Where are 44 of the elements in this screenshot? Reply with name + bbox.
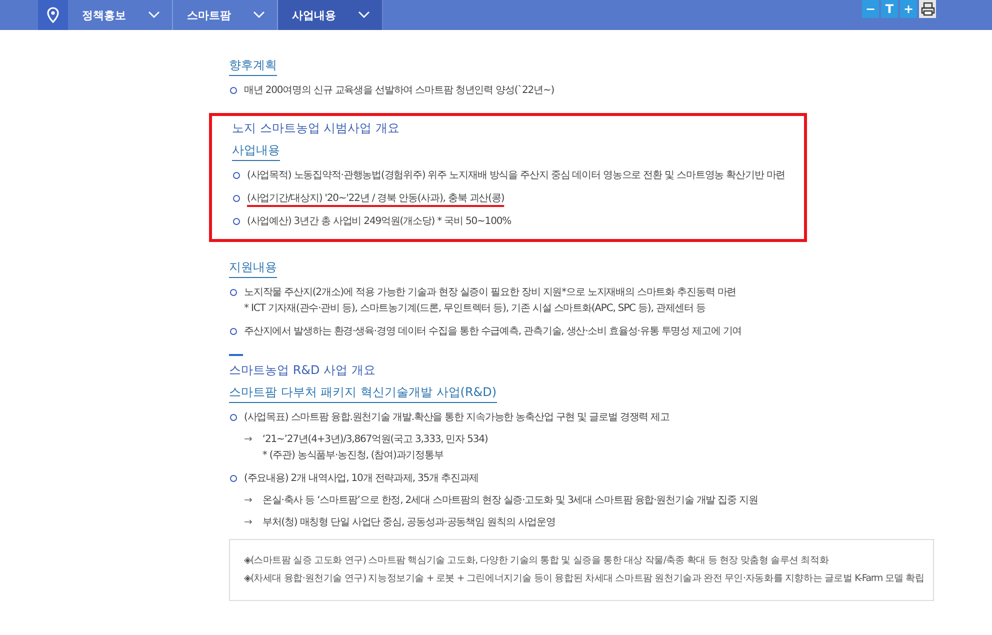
note-text: * ICT 기자재(관수·관비 등), 스마트농기계(드론, 무인트렉터 등), 기존 시설 스마트화(APC, SPC 등), 관제센터 등	[244, 302, 706, 316]
section-heading: 지원내용	[229, 259, 277, 278]
section-mark	[229, 354, 243, 356]
bullet-text: (사업기간/대상지) '20∼'22년 / 경북 안동(사과), 충북 괴산(콩)	[247, 192, 504, 206]
bullet-icon	[230, 414, 237, 421]
section-heading: 사업내용	[232, 142, 280, 161]
bullet-text: 노지작물 주산지(2개소)에 적용 가능한 기술과 현장 실증이 필요한 장비 지원*으로 노지재배의 스마트화 추진동력 마련	[244, 286, 736, 300]
section-heading: 스마트팜 다부처 패키지 혁신기술개발 사업(R&D)	[229, 384, 497, 403]
nav-item[interactable]: 스마트팜	[173, 0, 278, 30]
chevron-icon	[148, 11, 160, 19]
zoom-in-button[interactable]: +	[900, 0, 917, 18]
nav-item[interactable]: 사업내용	[278, 0, 383, 30]
bullet-text: 주산지에서 발생하는 환경·생육·경영 데이터 수집을 통한 수급예측, 관측기술, 생산·소비 효율성·유통 투명성 제고에 기여	[244, 325, 742, 339]
bullet-text: (주요내용) 2개 내역사업, 10개 전략과제, 35개 추진과제	[244, 472, 480, 486]
box-text: ◈(스마트팜 실증 고도화 연구) 스마트팜 핵심기술 고도화, 다양한 기술의 통합 및 실증을 통한 대상 작물/축종 확대 등 현장 맞춤형 솔루션 최적화	[244, 554, 830, 568]
bullet-icon	[233, 195, 240, 202]
chevron-icon	[358, 11, 370, 19]
bullet-icon	[230, 328, 237, 335]
bullet-icon	[230, 289, 237, 296]
bullet-icon	[233, 218, 240, 225]
bullet-icon	[230, 475, 237, 482]
arrow-icon: →	[244, 432, 252, 464]
chevron-icon	[253, 11, 265, 19]
zoom-out-button[interactable]: −	[862, 0, 879, 18]
location-icon[interactable]	[38, 0, 68, 30]
nav-item[interactable]: 정책홍보	[68, 0, 173, 30]
bullet-icon	[233, 172, 240, 179]
bullet-icon	[230, 87, 237, 94]
section-heading: 향후계획	[229, 57, 277, 76]
arrow-icon: →	[244, 515, 252, 531]
bullet-text: (사업목적) 노동집약적·관행농법(경험위주) 위주 노지재배 방식을 주산지 중심 데이터 영농으로 전환 및 스마트영농 확산기반 마련	[247, 169, 786, 183]
bullet-text: (사업목표) 스마트팜 융합.원천기술 개발.확산을 통한 지속가능한 농축산업 구현 및 글로벌 경쟁력 제고	[244, 411, 670, 425]
font-size-button[interactable]: T	[881, 0, 898, 18]
arrow-icon: →	[244, 493, 252, 509]
section-title: 스마트농업 R&D 사업 개요	[229, 362, 376, 379]
sub-text: 부처(청) 매칭형 단일 사업단 중심, 공동성과·공동책임 원칙의 사업운영	[262, 516, 556, 530]
bullet-text: 매년 200여명의 신규 교육생을 선발하여 스마트팜 청년인력 양성(`22년~)	[244, 84, 554, 98]
print-button[interactable]	[919, 0, 936, 18]
sub-text: ‘21~’27년(4+3년)/3,867억원(국고 3,333, 민자 534)	[262, 433, 488, 447]
note-text: * (주관) 농식품부·농진청, (참여)과기정통부	[262, 449, 444, 463]
sub-text: 온실·축사 등 ‘스마트팜’으로 한정, 2세대 스마트팜의 현장 실증·고도화 및 3세대 스마트팜 융합·원천기술 개발 집중 지원	[262, 494, 758, 508]
section-title: 노지 스마트농업 시범사업 개요	[232, 120, 400, 137]
bullet-text: (사업예산) 3년간 총 사업비 249억원(개소당) * 국비 50∼100%	[247, 215, 511, 229]
box-text: ◈(차세대 융합·원천기술 연구) 지능정보기술 + 로봇 + 그린에너지기술 등이 융합된 차세대 스마트팜 원천기술과 완전 무인·자동화를 지향하는 글로벌 K-Farm 모델 확립	[244, 572, 923, 586]
